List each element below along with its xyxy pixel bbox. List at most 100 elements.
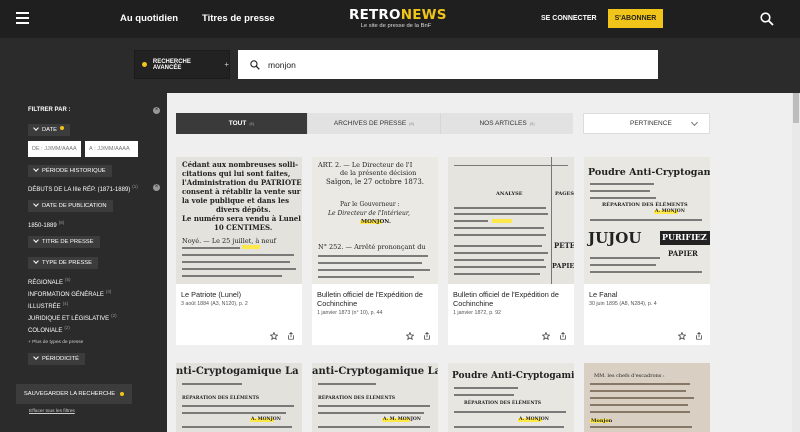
result-card[interactable]: anti-Cryptogamique Lau RÉPARATION DES ÉL… [312,363,438,432]
search-input[interactable] [268,59,628,70]
thumb-text: Monjon [591,418,613,424]
press-type-label: INFORMATION GÉNÉRALE [28,292,104,298]
thumb-text: MM. les chefs d'escadrons : [594,373,665,379]
tab-count: (6) [409,121,415,126]
status-dot-icon [142,62,147,67]
newspaper-thumbnail: ART. 2. — Le Directeur de l'I de la prés… [312,157,438,284]
star-icon[interactable] [678,332,686,340]
more-press-types-link[interactable]: + Plus de types de presse [28,340,83,345]
nav-press-titles-link[interactable]: Titres de presse [202,13,275,24]
result-card[interactable]: Cédant aux nombreuses solli- citations q… [176,157,302,345]
filter-period-pill[interactable]: PÉRIODE HISTORIQUE [28,165,112,177]
search-box[interactable] [238,50,658,79]
thumb-text: divers dépôts. [216,205,271,214]
filter-periodicity-pill[interactable]: PÉRIODICITÉ [28,353,86,365]
date-to-input[interactable] [85,141,138,157]
star-icon[interactable] [542,332,550,340]
pubdate-range[interactable]: 1850-1889(6) [28,220,64,229]
tab-label: NOS ARTICLES [479,120,527,127]
newspaper-thumbnail: Poudre Anti-Cryptogamique RÉPARATION DES… [448,363,574,432]
press-type-item[interactable]: JURIDIQUE ET LÉGISLATIVE(2) [28,313,117,322]
save-search-label: SAUVEGARDER LA RECHERCHE [23,391,116,397]
check-icon [33,258,39,264]
thumb-text: N° 252. — Arrêté prononçant du [318,243,426,251]
share-icon[interactable] [287,332,295,340]
result-title[interactable]: Le Fanal [584,284,710,299]
thumb-text: Poudre Anti-Cryptogamique [588,167,710,178]
search-icon [250,59,260,70]
newspaper-thumbnail: MM. les chefs d'escadrons : Monjon [584,363,710,432]
thumb-text: A. MONJON [655,209,685,214]
sort-label: PERTINENCE [630,120,672,127]
result-title[interactable]: Le Patriote (Lunel) [176,284,302,299]
share-icon[interactable] [559,332,567,340]
result-card[interactable]: Poudre Anti-Cryptogamique RÉPARATION DES… [584,157,710,345]
thumb-text: Saïgon, le 27 octobre 1873. [326,178,424,186]
thumb-text: Noyé. — Le 25 juillet, à neuf [182,237,276,245]
result-title[interactable]: Bulletin officiel de l'Expédition de Coc… [448,284,574,308]
thumb-text: PAGES [555,191,574,197]
thumb-text: la voie publique et dans les [182,196,290,205]
check-icon [33,166,39,172]
share-icon[interactable] [695,332,703,340]
press-type-item[interactable]: RÉGIONALE(5) [28,277,71,286]
tab-press-archives[interactable]: ARCHIVES DE PRESSE (6) [308,113,441,134]
scrollbar-thumb[interactable] [793,93,799,123]
search-icon[interactable] [760,12,774,26]
filter-periodicity-label: PÉRIODICITÉ [42,356,80,362]
filter-by-heading: FILTRER PAR : [28,107,71,113]
thumb-text: RÉPARATION DES ÉLÉMENTS [318,396,396,401]
share-icon[interactable] [423,332,431,340]
tab-our-articles[interactable]: NOS ARTICLES (0) [441,113,573,134]
press-type-count: (4) [105,289,112,294]
active-dot-icon [60,126,65,130]
result-title[interactable]: Bulletin officiel de l'Expédition de Coc… [312,284,438,308]
highlight-mark [242,245,260,249]
login-link[interactable]: SE CONNECTER [541,15,597,22]
result-card[interactable]: MM. les chefs d'escadrons : Monjon [584,363,710,432]
result-meta: 30 juin 1895 (A8, N284), p. 4 [589,301,657,307]
thumb-text: citations qui lui sont faites, [182,169,291,178]
result-card[interactable]: nti-Cryptogamique La RÉPARATION DES ÉLÉM… [176,363,302,432]
tab-all[interactable]: TOUT (6) [176,113,308,134]
filter-date-pill[interactable]: DATE [28,124,71,136]
period-selected-label: DÉBUTS DE LA IIIe RÉP. (1871-1889) [28,187,131,193]
scrollbar[interactable] [792,93,800,432]
card-actions [542,332,567,340]
result-card[interactable]: ANALYSE PAGES PETERIE PAPIER Bulletin of… [448,157,574,345]
press-type-item[interactable]: INFORMATION GÉNÉRALE(4) [28,289,111,298]
close-filters-icon[interactable]: × [153,107,160,114]
period-selected-count: (1) [132,184,138,189]
nav-daily-link[interactable]: Au quotidien [120,13,178,24]
advanced-search-button[interactable]: RECHERCHE AVANCÉE + [134,50,230,79]
press-type-count: (4) [62,301,69,306]
filter-period-label: PÉRIODE HISTORIQUE [42,168,106,174]
result-card[interactable]: Poudre Anti-Cryptogamique RÉPARATION DES… [448,363,574,432]
star-icon[interactable] [270,332,278,340]
press-type-item[interactable]: COLONIALE(2) [28,325,70,334]
period-selected[interactable]: DÉBUTS DE LA IIIe RÉP. (1871-1889)(1) [28,184,138,193]
filter-pubdate-pill[interactable]: DATE DE PUBLICATION [28,200,113,212]
date-from-input[interactable] [28,141,81,157]
result-meta: 3 août 1884 (A3, N120), p. 2 [181,301,248,307]
clear-filters-link[interactable]: Effacer tous les filtres [29,409,75,414]
highlight-mark [492,219,512,223]
press-type-label: RÉGIONALE [28,280,64,286]
pubdate-range-label: 1850-1889 [28,223,57,229]
result-card[interactable]: ART. 2. — Le Directeur de l'I de la prés… [312,157,438,345]
thumb-text: A. MONJON [251,417,281,422]
sort-select[interactable]: PERTINENCE [583,113,710,134]
newspaper-thumbnail: anti-Cryptogamique Lau RÉPARATION DES ÉL… [312,363,438,432]
star-icon[interactable] [406,332,414,340]
plus-icon: + [224,60,229,69]
retronews-logo[interactable]: RETRONEWS Le site de presse de la BnF [349,8,446,29]
subscribe-button[interactable]: S'ABONNER [608,9,663,28]
press-type-item[interactable]: ILLUSTRÉE(4) [28,301,68,310]
remove-period-icon[interactable]: × [153,184,160,191]
menu-icon[interactable] [16,12,29,24]
tab-count: (6) [249,121,255,126]
save-search-button[interactable]: SAUVEGARDER LA RECHERCHE [16,384,132,404]
filter-press-type-pill[interactable]: TYPE DE PRESSE [28,257,98,269]
press-type-label: ILLUSTRÉE [28,304,61,310]
filter-press-title-pill[interactable]: TITRE DE PRESSE [28,236,100,248]
